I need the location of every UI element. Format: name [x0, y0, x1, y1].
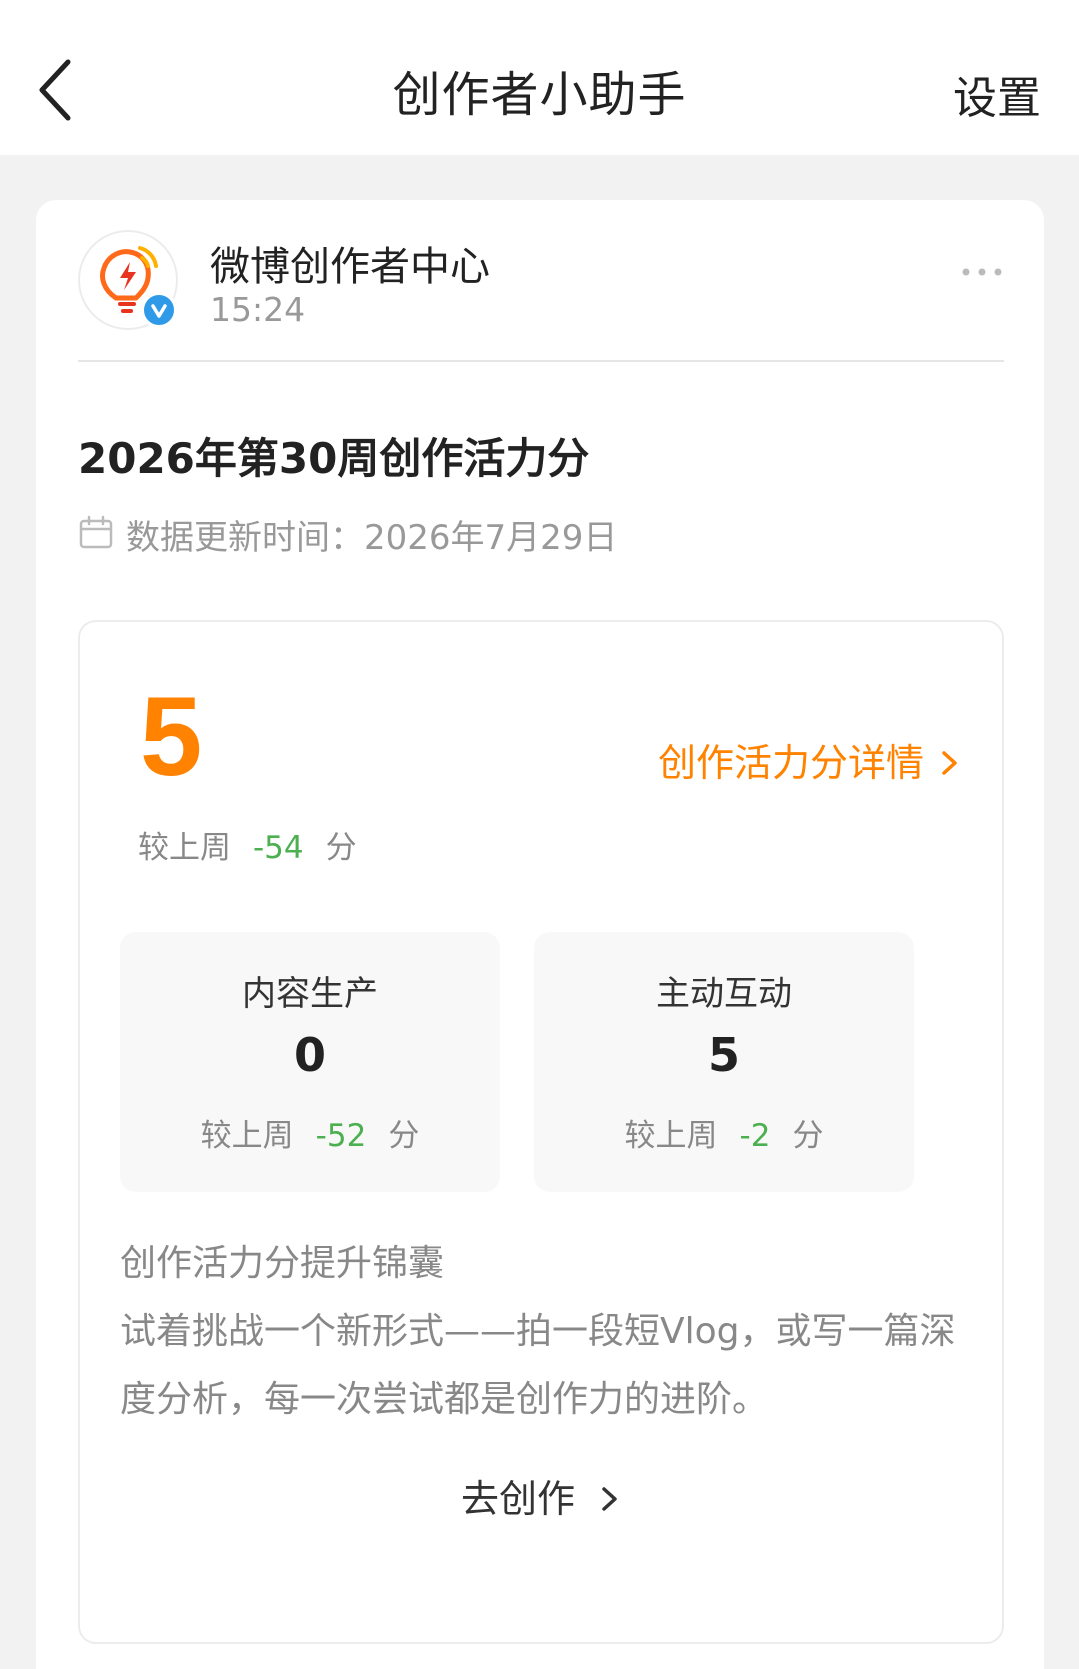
settings-button[interactable]: 设置: [953, 62, 1041, 126]
go-create-label: 去创作: [460, 1477, 575, 1521]
post-time: 15:24: [210, 290, 306, 329]
stat-label: 主动互动: [656, 974, 792, 1014]
more-dots-icon: [962, 268, 1002, 276]
author-name[interactable]: 微博创作者中心: [210, 234, 490, 292]
stat-compare: 较上周 -52 分: [120, 1110, 500, 1155]
stat-compare-prefix: 较上周: [200, 1118, 294, 1154]
stat-compare-delta: -52: [315, 1118, 367, 1154]
verified-badge-icon: [141, 292, 177, 328]
report-title: 2026年第30周创作活力分: [78, 434, 590, 483]
score-detail-link[interactable]: 创作活力分详情: [658, 732, 962, 787]
weekly-compare: 较上周 -54 分: [138, 822, 357, 867]
divider: [78, 360, 1004, 362]
stat-compare-delta: -2: [739, 1118, 771, 1154]
page-title: 创作者小助手: [392, 67, 687, 123]
go-create-button[interactable]: 去创作: [80, 1468, 1002, 1523]
stat-label: 内容生产: [242, 974, 378, 1014]
score-detail-label: 创作活力分详情: [657, 741, 924, 785]
stat-compare-unit: 分: [792, 1118, 824, 1154]
tips-title: 创作活力分提升锦囊: [120, 1243, 445, 1284]
stat-value: 0: [293, 1028, 326, 1082]
top-nav-bar: 创作者小助手 设置: [0, 0, 1079, 155]
stat-active-interaction[interactable]: 主动互动 5 较上周 -2 分: [534, 932, 914, 1192]
tips-body: 试着挑战一个新形式——拍一段短Vlog，或写一篇深度分析，每一次尝试都是创作力的…: [120, 1311, 956, 1420]
stat-content-production[interactable]: 内容生产 0 较上周 -52 分: [120, 932, 500, 1192]
stat-compare-unit: 分: [388, 1118, 420, 1154]
stat-compare-prefix: 较上周: [624, 1118, 718, 1154]
more-button[interactable]: [960, 262, 1004, 282]
message-card: 微博创作者中心 15:24 2026年第30周创作活力分 数据更新时间：2026…: [36, 200, 1044, 1669]
chevron-right-icon: [942, 751, 957, 775]
compare-prefix: 较上周: [138, 830, 231, 866]
compare-unit: 分: [325, 830, 357, 866]
compare-delta: -54: [253, 830, 304, 866]
update-time-label: 数据更新时间：2026年7月29日: [126, 518, 618, 558]
chevron-right-icon: [602, 1487, 617, 1511]
total-score: 5: [140, 674, 203, 799]
stat-value: 5: [707, 1028, 740, 1082]
score-panel: 5 创作活力分详情 较上周 -54 分 内容生产 0 较上周 -52 分 主动互动 5 …: [78, 620, 1004, 1644]
stat-compare: 较上周 -2 分: [534, 1110, 914, 1155]
calendar-icon: [79, 515, 113, 549]
